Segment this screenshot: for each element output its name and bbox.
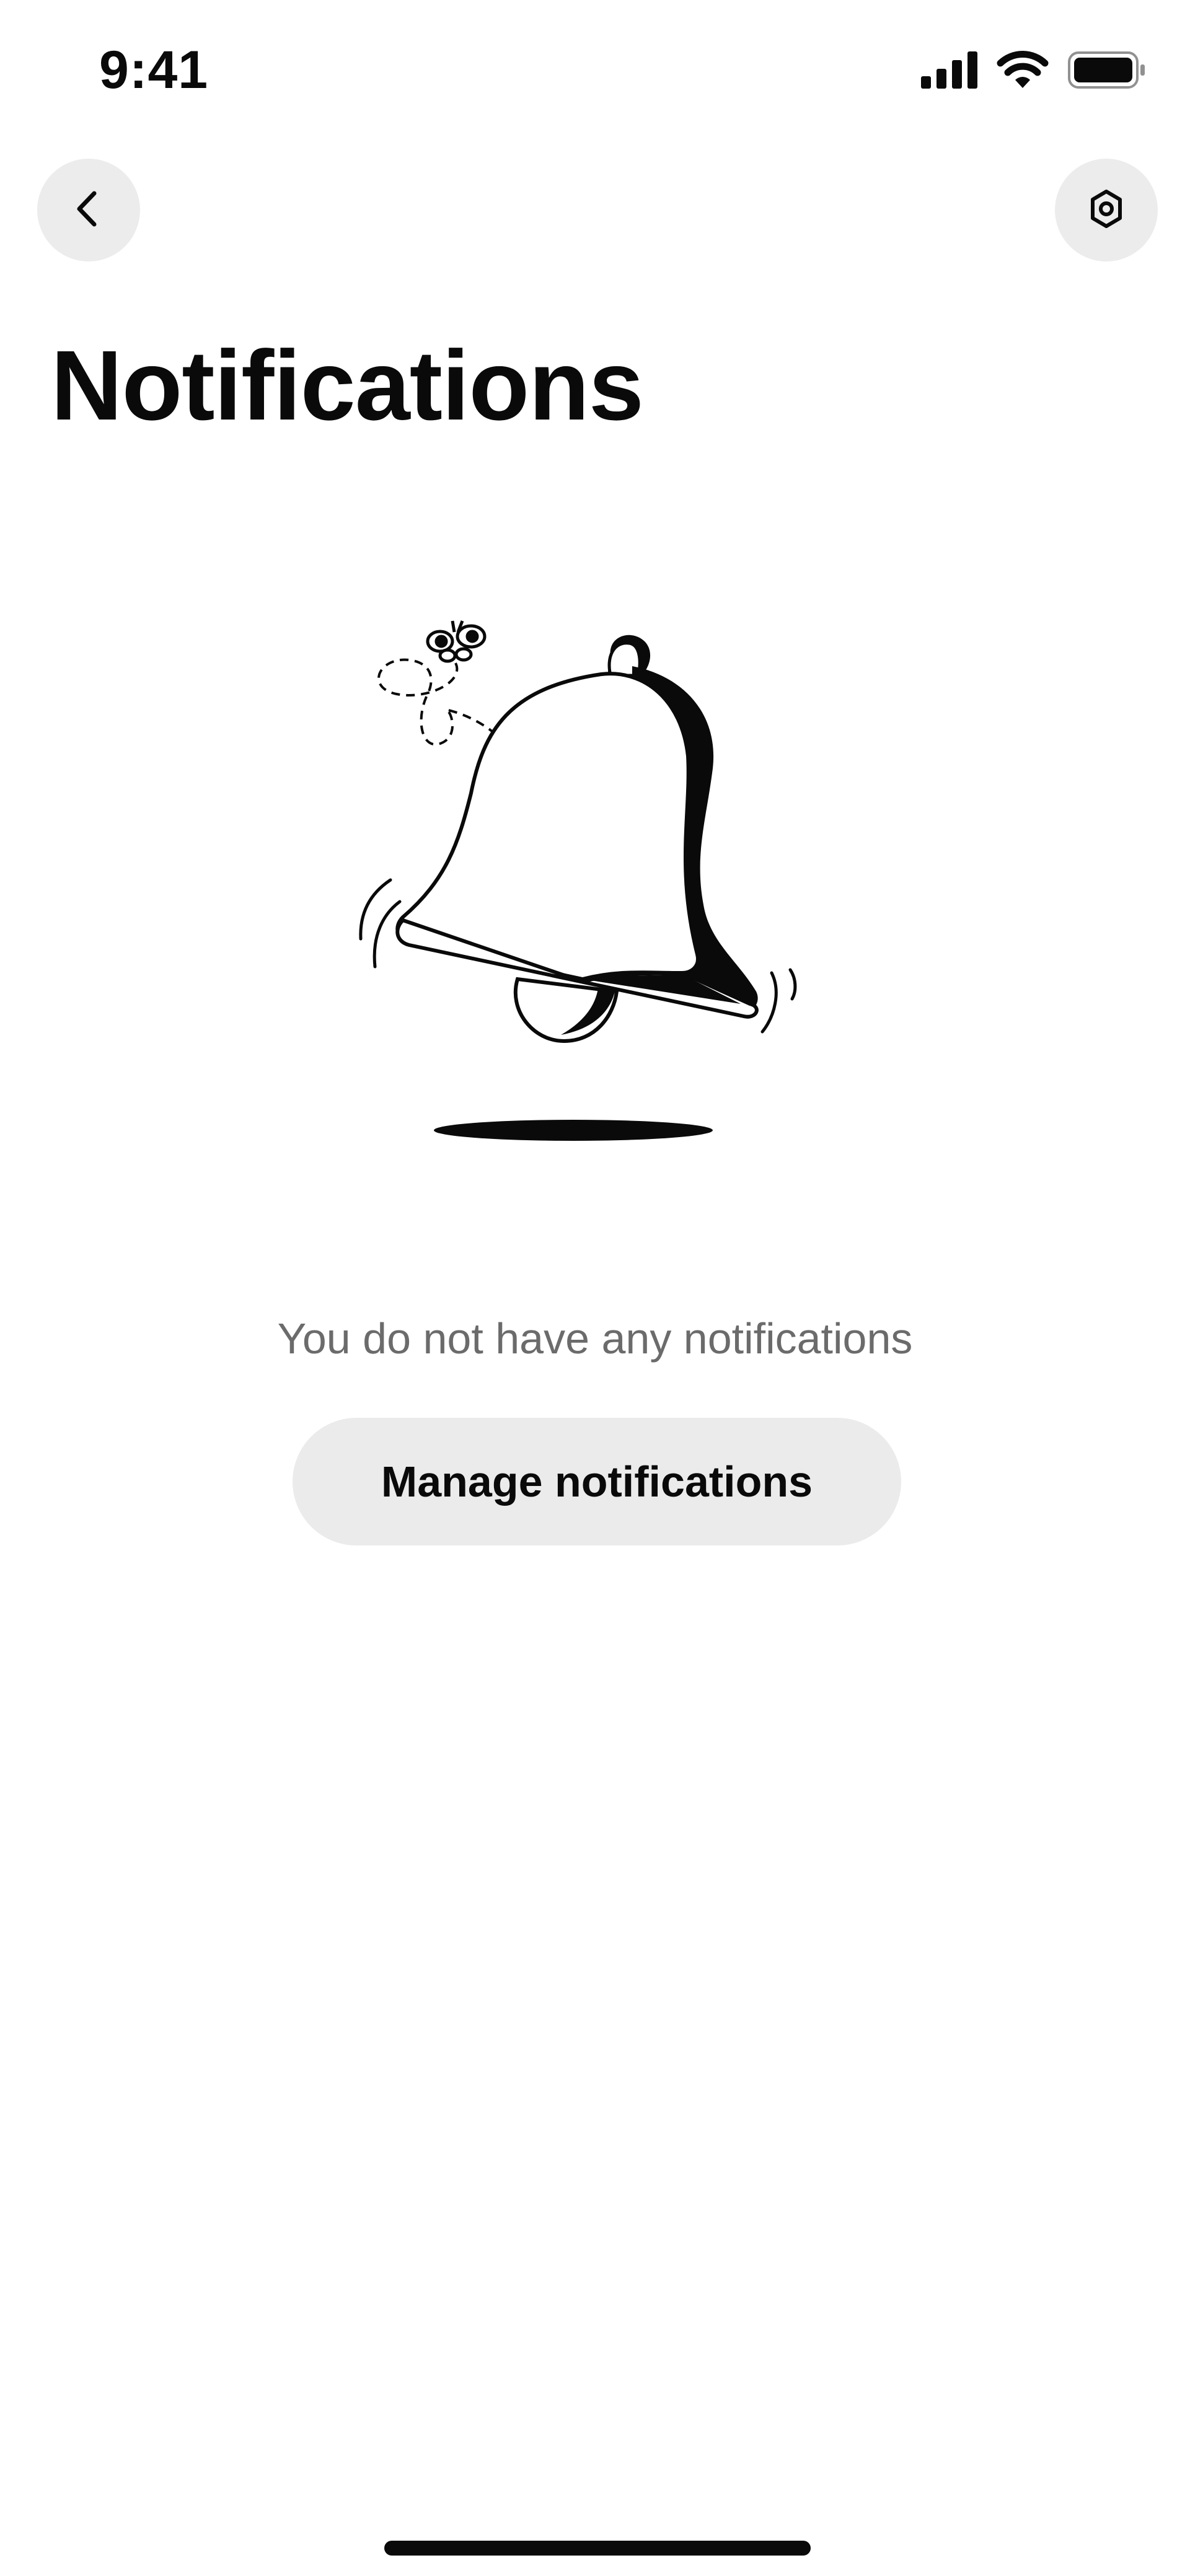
status-time: 9:41 xyxy=(99,40,209,100)
battery-icon xyxy=(1067,51,1147,92)
home-indicator[interactable] xyxy=(384,2541,811,2556)
manage-notifications-button[interactable]: Manage notifications xyxy=(293,1418,901,1545)
chevron-left-icon xyxy=(67,187,110,234)
wifi-icon xyxy=(997,51,1049,92)
gear-icon xyxy=(1086,189,1126,232)
status-icons xyxy=(921,51,1147,92)
status-bar: 9:41 xyxy=(0,0,1190,149)
empty-state-message: You do not have any notifications xyxy=(277,1314,913,1363)
back-button[interactable] xyxy=(37,159,140,262)
settings-button[interactable] xyxy=(1055,159,1158,262)
signal-icon xyxy=(921,51,978,92)
butterfly-icon xyxy=(426,620,487,663)
bell-illustration xyxy=(335,607,818,1153)
page-title: Notifications xyxy=(51,330,644,441)
